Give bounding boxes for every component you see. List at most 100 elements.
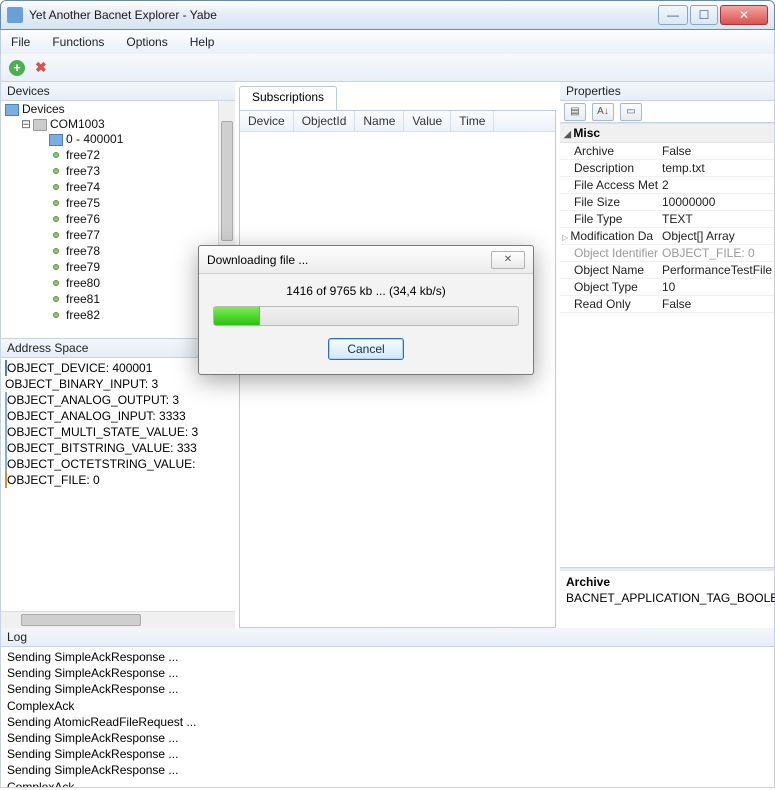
free-slot[interactable]: free76 <box>66 212 100 226</box>
address-space-item[interactable]: OBJECT_FILE: 0 <box>5 472 235 488</box>
prop-name: Object Name <box>560 262 658 278</box>
property-row[interactable]: ArchiveFalse <box>560 143 774 160</box>
menu-help[interactable]: Help <box>190 35 215 49</box>
download-dialog: Downloading file ... ✕ 1416 of 9765 kb .… <box>198 245 534 375</box>
address-space-item[interactable]: OBJECT_BITSTRING_VALUE: 333 <box>5 440 235 456</box>
maximize-button[interactable]: ☐ <box>690 5 718 25</box>
prop-name: Read Only <box>560 296 658 312</box>
property-row[interactable]: Modification DaObject[] Array <box>560 228 774 245</box>
object-label: OBJECT_ANALOG_OUTPUT: 3 <box>7 393 179 407</box>
free-slot-icon <box>53 248 59 254</box>
prop-value[interactable]: 2 <box>658 177 774 193</box>
menu-functions[interactable]: Functions <box>52 35 104 49</box>
delete-icon[interactable]: ✖ <box>35 59 47 76</box>
free-slot[interactable]: free77 <box>66 228 100 242</box>
prop-value[interactable]: TEXT <box>658 211 774 227</box>
address-space-item[interactable]: OBJECT_BINARY_INPUT: 3 <box>5 376 235 392</box>
free-slot[interactable]: free79 <box>66 260 100 274</box>
property-row[interactable]: File TypeTEXT <box>560 211 774 228</box>
free-slot-icon <box>53 232 59 238</box>
prop-value[interactable]: Object[] Array <box>658 228 774 244</box>
object-label: OBJECT_BINARY_INPUT: 3 <box>5 377 158 391</box>
free-slot-icon <box>53 168 59 174</box>
prop-value[interactable]: 10 <box>658 279 774 295</box>
property-row[interactable]: Object NamePerformanceTestFile <box>560 262 774 279</box>
column-header[interactable]: Value <box>404 111 451 131</box>
properties-header: Properties <box>560 82 774 101</box>
address-space-hscroll[interactable] <box>1 611 235 628</box>
column-header[interactable]: Name <box>355 111 404 131</box>
prop-value[interactable]: OBJECT_FILE: 0 <box>658 245 774 261</box>
menubar: File Functions Options Help <box>0 30 775 54</box>
log-header: Log <box>1 628 774 647</box>
toolbar: + ✖ <box>0 54 775 82</box>
free-slot[interactable]: free74 <box>66 180 100 194</box>
free-slot[interactable]: free78 <box>66 244 100 258</box>
free-slot[interactable]: free73 <box>66 164 100 178</box>
address-space-item[interactable]: OBJECT_OCTETSTRING_VALUE: <box>5 456 235 472</box>
port-node[interactable]: COM1003 <box>50 117 105 131</box>
prop-category[interactable]: Misc <box>560 123 774 143</box>
devices-root[interactable]: Devices <box>22 102 65 116</box>
prop-value[interactable]: 10000000 <box>658 194 774 210</box>
titlebar[interactable]: Yet Another Bacnet Explorer - Yabe — ☐ ✕ <box>0 0 775 30</box>
free-slot-icon <box>53 296 59 302</box>
menu-file[interactable]: File <box>11 35 30 49</box>
add-icon[interactable]: + <box>9 60 25 76</box>
property-row[interactable]: Object IdentifierOBJECT_FILE: 0 <box>560 245 774 262</box>
address-space-item[interactable]: OBJECT_ANALOG_OUTPUT: 3 <box>5 392 235 408</box>
property-row[interactable]: Object Type10 <box>560 279 774 296</box>
property-row[interactable]: File Access Met2 <box>560 177 774 194</box>
prop-value[interactable]: temp.txt <box>658 160 774 176</box>
prop-desc-body: BACNET_APPLICATION_TAG_BOOLEAN <box>566 591 775 605</box>
prop-pages-icon[interactable]: ▭ <box>620 103 642 121</box>
menu-options[interactable]: Options <box>126 35 167 49</box>
log-line: ComplexAck <box>7 698 768 714</box>
free-slot[interactable]: free72 <box>66 148 100 162</box>
properties-toolbar: ▤ A↓ ▭ <box>560 101 774 123</box>
free-slot-icon <box>53 152 59 158</box>
address-space-tree[interactable]: OBJECT_DEVICE: 400001OBJECT_BINARY_INPUT… <box>1 358 235 611</box>
property-row[interactable]: Descriptiontemp.txt <box>560 160 774 177</box>
minimize-button[interactable]: — <box>658 5 688 25</box>
free-slot-icon <box>53 184 59 190</box>
close-button[interactable]: ✕ <box>720 5 768 25</box>
column-header[interactable]: Time <box>451 111 494 131</box>
free-slot[interactable]: free81 <box>66 292 100 306</box>
log-line: Sending AtomicReadFileRequest ... <box>7 714 768 730</box>
prop-value[interactable]: PerformanceTestFile <box>658 262 774 278</box>
prop-desc-title: Archive <box>566 575 768 589</box>
property-row[interactable]: Read OnlyFalse <box>560 296 774 313</box>
app-icon <box>7 7 23 23</box>
dialog-close-icon[interactable]: ✕ <box>491 251 525 269</box>
free-slot-icon <box>53 216 59 222</box>
log-line: Sending SimpleAckResponse ... <box>7 746 768 762</box>
log-line: Sending SimpleAckResponse ... <box>7 649 768 665</box>
cancel-button[interactable]: Cancel <box>328 338 403 360</box>
prop-name: Description <box>560 160 658 176</box>
free-slot[interactable]: free75 <box>66 196 100 210</box>
address-space-item[interactable]: OBJECT_ANALOG_INPUT: 3333 <box>5 408 235 424</box>
log-output[interactable]: Sending SimpleAckResponse ...Sending Sim… <box>1 647 774 787</box>
log-line: Sending SimpleAckResponse ... <box>7 762 768 778</box>
object-label: OBJECT_BITSTRING_VALUE: 333 <box>7 441 197 455</box>
free-slot[interactable]: free82 <box>66 308 100 322</box>
devices-header: Devices <box>1 82 235 101</box>
dialog-title: Downloading file ... <box>207 253 491 267</box>
progress-bar <box>213 306 519 326</box>
device-node[interactable]: 0 - 400001 <box>66 132 123 146</box>
download-status: 1416 of 9765 kb ... (34,4 kb/s) <box>213 284 519 298</box>
log-line: Sending SimpleAckResponse ... <box>7 730 768 746</box>
categorize-icon[interactable]: ▤ <box>564 103 586 121</box>
address-space-item[interactable]: OBJECT_MULTI_STATE_VALUE: 3 <box>5 424 235 440</box>
property-grid[interactable]: Misc ArchiveFalseDescriptiontemp.txtFile… <box>560 123 774 568</box>
devices-root-icon <box>5 104 19 116</box>
column-header[interactable]: Device <box>240 111 294 131</box>
column-header[interactable]: ObjectId <box>294 111 356 131</box>
free-slot[interactable]: free80 <box>66 276 100 290</box>
prop-value[interactable]: False <box>658 296 774 312</box>
tab-subscriptions[interactable]: Subscriptions <box>239 86 337 110</box>
sort-icon[interactable]: A↓ <box>592 103 614 121</box>
prop-value[interactable]: False <box>658 143 774 159</box>
property-row[interactable]: File Size10000000 <box>560 194 774 211</box>
